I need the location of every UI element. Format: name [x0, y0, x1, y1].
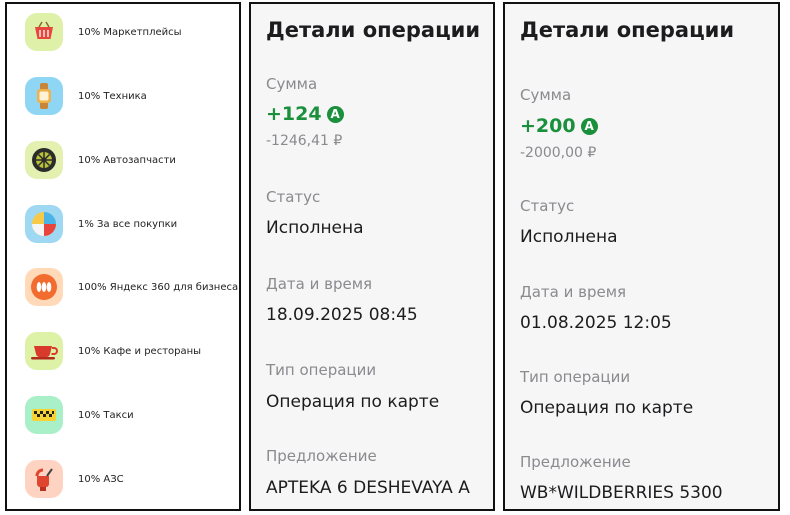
bonus-value: +200 — [520, 115, 576, 137]
operation-details-panel: Детали операции Сумма +200 A -2000,00 ₽ … — [503, 2, 780, 511]
status-label: Статус — [520, 197, 575, 215]
amount-value: -1246,41 ₽ — [266, 133, 343, 149]
operation-details-panel: Детали операции Сумма +124 A -1246,41 ₽ … — [249, 2, 495, 511]
category-label: 10% Маркетплейсы — [78, 26, 182, 38]
category-label: 10% Техника — [78, 90, 147, 102]
smartwatch-icon — [25, 77, 63, 115]
operation-type-value: Операция по карте — [266, 392, 440, 412]
category-label: 10% АЗС — [78, 473, 124, 485]
page-title: Детали операции — [520, 18, 735, 42]
amount-label: Сумма — [520, 86, 572, 104]
status-value: Исполнена — [520, 227, 618, 247]
category-label: 10% Автозапчасти — [78, 154, 176, 166]
datetime-label: Дата и время — [266, 275, 373, 293]
taxi-icon — [25, 396, 63, 434]
datetime-label: Дата и время — [520, 283, 627, 301]
bonus-value: +124 — [266, 103, 322, 125]
page-title: Детали операции — [266, 18, 481, 42]
basket-icon — [25, 13, 63, 51]
datetime-value: 01.08.2025 12:05 — [520, 313, 672, 333]
status-value: Исполнена — [266, 218, 364, 238]
category-item-yandex-360[interactable]: 100% Яндекс 360 для бизнеса — [25, 267, 238, 307]
cup-icon — [25, 332, 63, 370]
operation-type-label: Тип операции — [520, 368, 631, 386]
bonus-amount: +124 A — [266, 103, 344, 125]
fuel-nozzle-icon — [25, 460, 63, 498]
offer-value: APTEKA 6 DESHEVAYA A — [266, 478, 470, 498]
wheel-icon — [25, 141, 63, 179]
operation-type-value: Операция по карте — [520, 398, 694, 418]
pie-chart-icon — [25, 205, 63, 243]
bonus-badge-icon: A — [580, 117, 598, 135]
yandex360-icon — [25, 268, 63, 306]
datetime-value: 18.09.2025 08:45 — [266, 305, 418, 325]
offer-label: Предложение — [520, 453, 631, 471]
category-item-cafes[interactable]: 10% Кафе и рестораны — [25, 331, 201, 371]
category-item-marketplaces[interactable]: 10% Маркетплейсы — [25, 12, 182, 52]
amount-value: -2000,00 ₽ — [520, 145, 597, 161]
offer-value: WB*WILDBERRIES 5300 — [520, 483, 723, 503]
bonus-amount: +200 A — [520, 115, 598, 137]
category-item-gas-stations[interactable]: 10% АЗС — [25, 459, 124, 499]
category-item-taxi[interactable]: 10% Такси — [25, 395, 134, 435]
status-label: Статус — [266, 188, 321, 206]
cashback-categories-panel: 10% Маркетплейсы 10% Техника 10% Автозап… — [5, 2, 241, 511]
category-label: 10% Такси — [78, 409, 134, 421]
category-item-auto-parts[interactable]: 10% Автозапчасти — [25, 140, 176, 180]
bonus-badge-icon: A — [326, 105, 344, 123]
category-label: 100% Яндекс 360 для бизнеса — [78, 281, 239, 293]
offer-label: Предложение — [266, 447, 377, 465]
operation-type-label: Тип операции — [266, 361, 377, 379]
category-label: 10% Кафе и рестораны — [78, 345, 202, 357]
category-label: 1% За все покупки — [78, 218, 178, 230]
amount-label: Сумма — [266, 75, 318, 93]
category-item-all-purchases[interactable]: 1% За все покупки — [25, 204, 177, 244]
category-item-electronics[interactable]: 10% Техника — [25, 76, 147, 116]
